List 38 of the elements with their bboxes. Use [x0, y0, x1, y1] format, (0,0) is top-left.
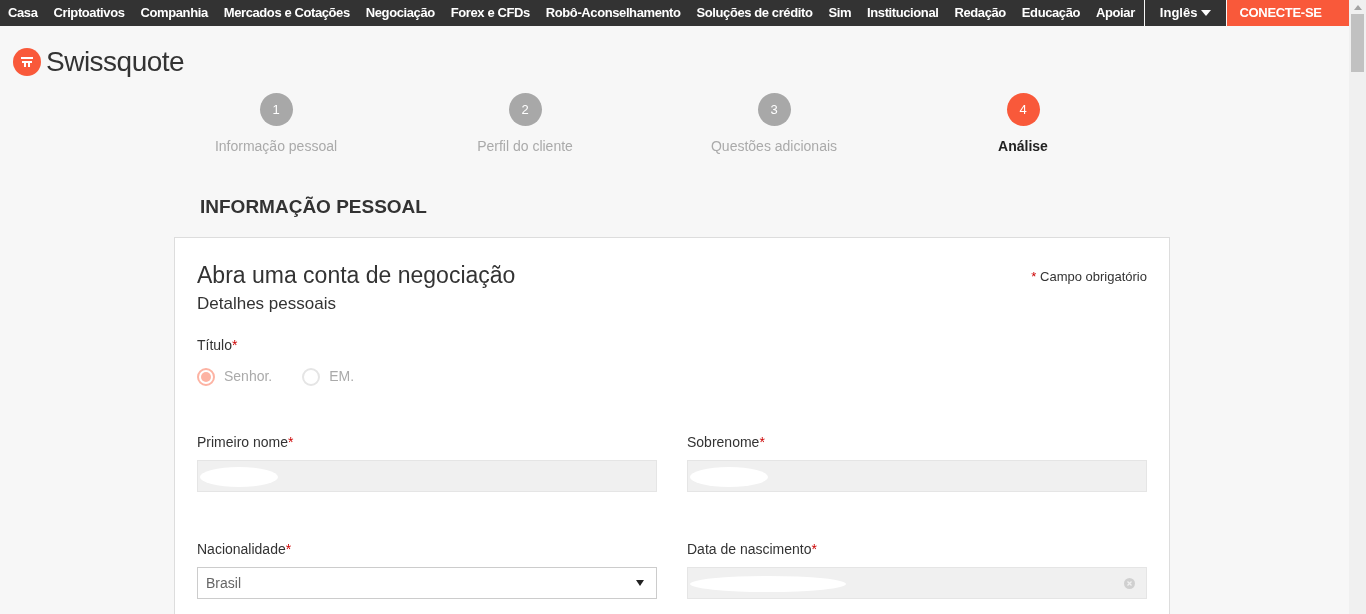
field-label: Primeiro nome* — [197, 433, 295, 452]
radio-button[interactable] — [302, 367, 321, 386]
form-subtitle: Detalhes pessoais — [197, 292, 337, 315]
field-value: Brasil — [206, 573, 241, 593]
nav-link[interactable]: Institucional — [859, 3, 947, 23]
field-label: Nacionalidade* — [197, 540, 293, 559]
nav-link[interactable]: Mercados e Cotações — [215, 3, 358, 23]
select-field[interactable]: Brasil — [197, 567, 657, 599]
scroll-up-icon[interactable] — [1353, 5, 1362, 10]
nav-link[interactable]: Soluções de crédito — [688, 3, 821, 23]
step-label: Perfil do cliente — [477, 137, 573, 156]
caret-icon — [1201, 10, 1212, 16]
step-label: Questões adicionais — [710, 137, 838, 156]
field-label: Sobrenome* — [687, 433, 766, 452]
nav-link[interactable]: Criptoativos — [45, 3, 133, 23]
scrollbar[interactable] — [1349, 0, 1366, 614]
section-title: INFORMAÇÃO PESSOAL — [200, 195, 428, 219]
field-label: Título* — [197, 336, 239, 355]
required-note: * Campo obrigatório — [1031, 267, 1147, 286]
dropdown-arrow-icon — [636, 580, 644, 586]
nav-link[interactable]: Redação — [946, 3, 1014, 23]
radio-button[interactable] — [197, 367, 215, 386]
scrollbar-thumb[interactable] — [1351, 14, 1364, 72]
nav-link[interactable]: Sim — [820, 3, 860, 23]
field-label: Data de nascimento* — [687, 540, 818, 559]
nav-link[interactable]: Forex e CFDs — [442, 3, 538, 23]
form-title: Abra uma conta de negociação — [197, 261, 516, 288]
nav-link[interactable]: Negociação — [357, 3, 443, 23]
nav-link[interactable]: Robô-Aconselhamento — [537, 3, 689, 23]
logo-text: Swissquote — [46, 45, 185, 79]
step-label: Informação pessoal — [214, 137, 338, 156]
nav-link[interactable]: Casa — [0, 3, 46, 23]
nav-link[interactable]: Apoiar — [1088, 3, 1143, 23]
nav-link[interactable]: Companhia — [132, 3, 216, 23]
logo-icon — [13, 48, 41, 76]
nav-link[interactable]: Educação — [1013, 3, 1089, 23]
language-dropdown[interactable]: Inglês — [1144, 0, 1227, 26]
step-label: Análise — [998, 137, 1048, 156]
